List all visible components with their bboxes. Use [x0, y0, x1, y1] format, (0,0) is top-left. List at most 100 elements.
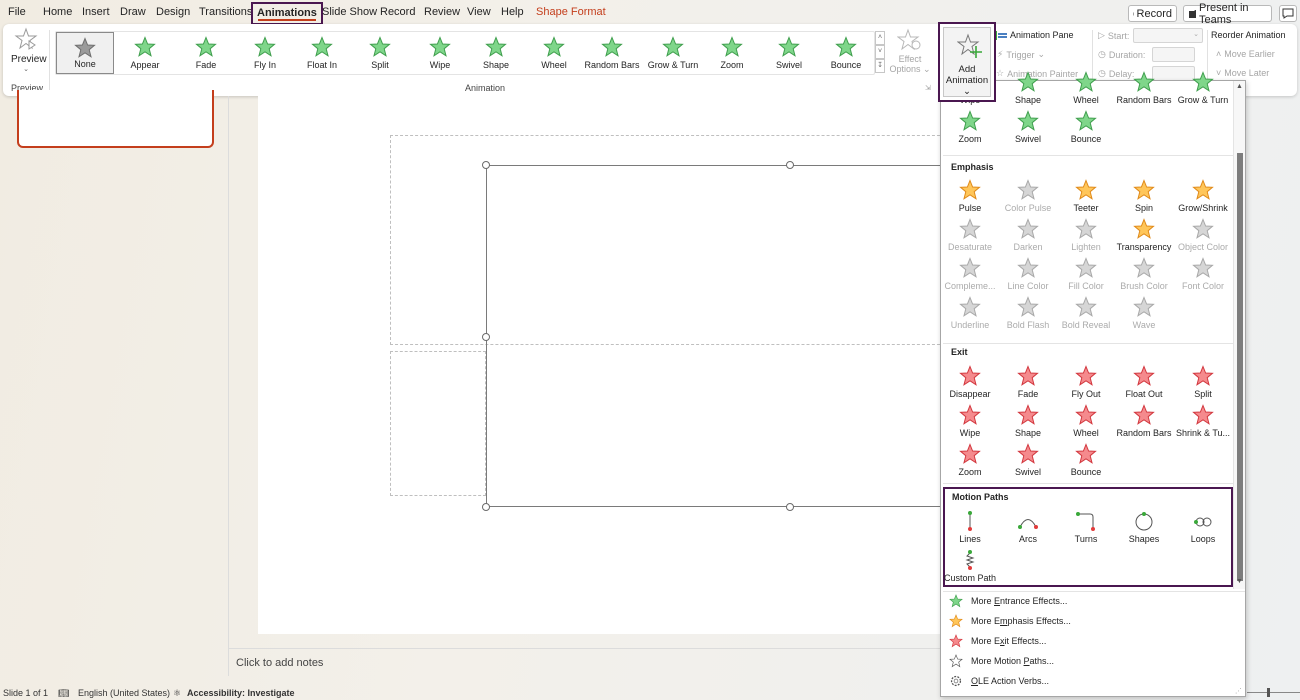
tab-shape-format[interactable]: Shape Format [536, 6, 606, 18]
scroll-up-arrow[interactable]: ▲ [1236, 83, 1243, 90]
gallery-item-zoom[interactable]: Zoom [704, 32, 760, 74]
move-earlier-button[interactable]: ˄ Move Earlier [1216, 49, 1275, 59]
exit-item-bounce[interactable]: Bounce [1057, 443, 1115, 481]
emphasis-item-brush-color[interactable]: Brush Color [1115, 257, 1173, 295]
resize-grip-icon[interactable]: ⋰ [1235, 687, 1242, 695]
entrance-item-zoom[interactable]: Zoom [941, 110, 999, 148]
emphasis-item-color-pulse[interactable]: Color Pulse [999, 179, 1057, 217]
motion-path-item-lines[interactable]: Lines [941, 510, 999, 548]
tab-animations[interactable]: Animations [251, 2, 323, 25]
exit-item-fly-out[interactable]: Fly Out [1057, 365, 1115, 403]
resize-handle-top-left[interactable] [482, 161, 490, 169]
comments-button[interactable] [1279, 5, 1297, 22]
entrance-item-shape[interactable]: Shape [999, 71, 1057, 109]
gallery-item-swivel[interactable]: Swivel [761, 32, 817, 74]
emphasis-item-bold-reveal[interactable]: Bold Reveal [1057, 296, 1115, 334]
tab-insert[interactable]: Insert [82, 6, 110, 18]
selected-shape[interactable] [486, 165, 946, 507]
gallery-more-button[interactable]: ↧ [875, 59, 885, 73]
more-menu-item-more-motion-paths[interactable]: More Motion Paths... [949, 654, 1054, 668]
exit-item-wheel[interactable]: Wheel [1057, 404, 1115, 442]
emphasis-item-teeter[interactable]: Teeter [1057, 179, 1115, 217]
exit-item-wipe[interactable]: Wipe [941, 404, 999, 442]
gallery-item-fade[interactable]: Fade [178, 32, 234, 74]
gallery-scroll-up[interactable]: ˄ [875, 31, 885, 45]
exit-item-fade[interactable]: Fade [999, 365, 1057, 403]
exit-item-shrink-tu[interactable]: Shrink & Tu... [1174, 404, 1232, 442]
gallery-item-bounce[interactable]: Bounce [818, 32, 874, 74]
motion-path-item-shapes[interactable]: Shapes [1115, 510, 1173, 548]
emphasis-item-wave[interactable]: Wave [1115, 296, 1173, 334]
more-menu-item-more-emphasis-effects[interactable]: More Emphasis Effects... [949, 614, 1071, 628]
gallery-item-none[interactable]: None [56, 32, 114, 74]
emphasis-item-bold-flash[interactable]: Bold Flash [999, 296, 1057, 334]
emphasis-item-pulse[interactable]: Pulse [941, 179, 999, 217]
slide-thumbnail[interactable] [17, 90, 214, 148]
emphasis-item-transparency[interactable]: Transparency [1115, 218, 1173, 256]
tab-draw[interactable]: Draw [120, 6, 146, 18]
animation-pane-button[interactable]: Animation Pane [995, 30, 1074, 40]
entrance-item-random-bars[interactable]: Random Bars [1115, 71, 1173, 109]
emphasis-item-spin[interactable]: Spin [1115, 179, 1173, 217]
entrance-item-grow-turn[interactable]: Grow & Turn [1174, 71, 1232, 109]
preview-button[interactable]: Preview ⌄ [11, 27, 47, 73]
duration-input[interactable] [1152, 47, 1195, 62]
gallery-item-fly-in[interactable]: Fly In [237, 32, 293, 74]
zoom-slider[interactable] [1247, 688, 1300, 697]
exit-item-shape[interactable]: Shape [999, 404, 1057, 442]
emphasis-item-darken[interactable]: Darken [999, 218, 1057, 256]
exit-item-random-bars[interactable]: Random Bars [1115, 404, 1173, 442]
present-in-teams-button[interactable]: Present in Teams [1183, 2, 1272, 26]
emphasis-item-underline[interactable]: Underline [941, 296, 999, 334]
scroll-down-arrow[interactable]: ▼ [1236, 578, 1243, 585]
emphasis-item-line-color[interactable]: Line Color [999, 257, 1057, 295]
slide-canvas[interactable] [258, 96, 950, 634]
record-button[interactable]: Record [1128, 5, 1177, 22]
tab-home[interactable]: Home [43, 6, 72, 18]
zoom-slider-knob[interactable] [1267, 688, 1270, 697]
resize-handle-bottom[interactable] [786, 503, 794, 511]
accessibility-status[interactable]: Accessibility: Investigate [187, 688, 295, 698]
language-status[interactable]: English (United States) [78, 688, 170, 698]
gallery-item-shape[interactable]: Shape [468, 32, 524, 74]
emphasis-item-desaturate[interactable]: Desaturate [941, 218, 999, 256]
motion-path-item-custom-path[interactable]: Custom Path [941, 549, 999, 587]
gallery-scroll-down[interactable]: ˅ [875, 45, 885, 59]
more-menu-item-ole-action-verbs[interactable]: OLE Action Verbs... [949, 674, 1049, 688]
notes-book-icon[interactable]: 📖︎ [58, 688, 69, 699]
gallery-item-grow-turn[interactable]: Grow & Turn [643, 32, 703, 74]
entrance-item-swivel[interactable]: Swivel [999, 110, 1057, 148]
dialog-launcher-icon[interactable]: ⇲ [925, 84, 931, 92]
resize-handle-left[interactable] [482, 333, 490, 341]
gallery-item-split[interactable]: Split [352, 32, 408, 74]
add-animation-button[interactable]: Add Animation ⌄ [938, 22, 996, 102]
tab-file[interactable]: File [8, 6, 26, 18]
exit-item-swivel[interactable]: Swivel [999, 443, 1057, 481]
exit-item-zoom[interactable]: Zoom [941, 443, 999, 481]
entrance-item-wheel[interactable]: Wheel [1057, 71, 1115, 109]
tab-design[interactable]: Design [156, 6, 190, 18]
resize-handle-top[interactable] [786, 161, 794, 169]
tab-view[interactable]: View [467, 6, 491, 18]
emphasis-item-font-color[interactable]: Font Color [1174, 257, 1232, 295]
trigger-button[interactable]: ⚡︎ Trigger ⌄ [997, 49, 1045, 60]
gallery-item-wheel[interactable]: Wheel [526, 32, 582, 74]
more-menu-item-more-exit-effects[interactable]: More Exit Effects... [949, 634, 1046, 648]
dropdown-scrollbar[interactable]: ▲ ▼ [1233, 81, 1245, 589]
exit-item-float-out[interactable]: Float Out [1115, 365, 1173, 403]
entrance-item-bounce[interactable]: Bounce [1057, 110, 1115, 148]
gallery-item-appear[interactable]: Appear [116, 32, 174, 74]
tab-help[interactable]: Help [501, 6, 524, 18]
tab-review[interactable]: Review [424, 6, 460, 18]
content-placeholder[interactable] [390, 351, 486, 496]
motion-path-item-turns[interactable]: Turns [1057, 510, 1115, 548]
start-select[interactable]: ⌄ [1133, 28, 1203, 43]
tab-transitions[interactable]: Transitions [199, 6, 252, 18]
resize-handle-bottom-left[interactable] [482, 503, 490, 511]
emphasis-item-lighten[interactable]: Lighten [1057, 218, 1115, 256]
motion-path-item-loops[interactable]: Loops [1174, 510, 1232, 548]
notes-pane[interactable]: Click to add notes [228, 648, 940, 676]
gallery-item-random-bars[interactable]: Random Bars [582, 32, 642, 74]
scrollbar-thumb[interactable] [1237, 153, 1243, 581]
emphasis-item-compleme[interactable]: Compleme... [941, 257, 999, 295]
